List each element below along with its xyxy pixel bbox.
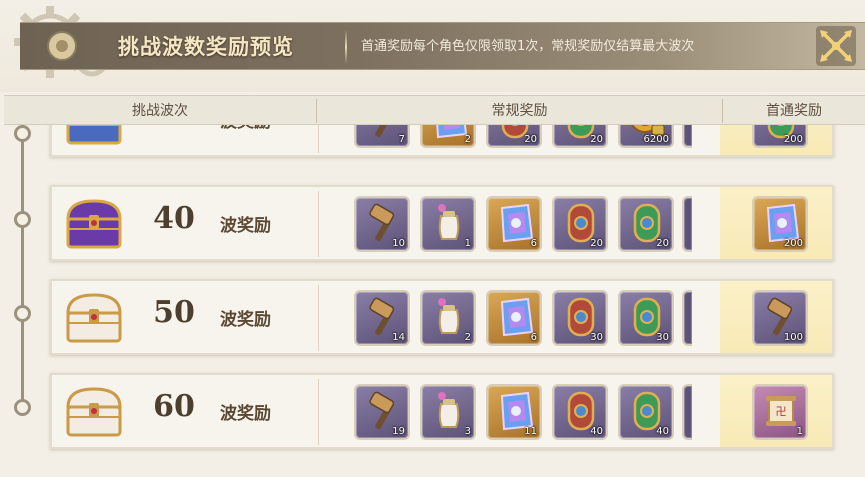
- regular-reward-item[interactable]: 20: [552, 196, 608, 252]
- first-clear-reward-item[interactable]: 200: [752, 196, 808, 252]
- item-count: 40: [590, 426, 603, 437]
- first-clear-reward-item[interactable]: 卍 1: [752, 384, 808, 440]
- wave-reward-label: 波奖励: [220, 216, 271, 236]
- timeline-node: [14, 125, 31, 142]
- regular-reward-item[interactable]: 6200: [618, 125, 674, 148]
- wave-number: 60: [153, 389, 195, 424]
- item-count: 30: [590, 332, 603, 343]
- regular-reward-item[interactable]: 11: [486, 384, 542, 440]
- wave-number: 30: [148, 125, 200, 132]
- item-count: 14: [392, 332, 405, 343]
- regular-reward-item-overflow[interactable]: [682, 290, 692, 346]
- wave-reward-row: 30 波奖励 7 2 20 20 6200 200: [50, 125, 834, 157]
- reward-table-header: 挑战波次 常规奖励 首通奖励: [4, 95, 865, 125]
- regular-reward-item[interactable]: 20: [552, 125, 608, 148]
- timeline-node: [14, 305, 31, 322]
- column-wave: 挑战波次: [132, 103, 188, 119]
- timeline-node: [14, 211, 31, 228]
- regular-reward-item[interactable]: 6: [486, 290, 542, 346]
- column-regular-reward: 常规奖励: [491, 103, 548, 119]
- column-first-clear-reward: 首通奖励: [766, 103, 822, 119]
- item-count: 10: [392, 238, 405, 249]
- regular-reward-item[interactable]: 40: [618, 384, 674, 440]
- regular-reward-item[interactable]: 40: [552, 384, 608, 440]
- wave-reward-label: 波奖励: [220, 125, 271, 132]
- wave-reward-row: 40 波奖励 10 1 6 20 20 200: [50, 185, 834, 261]
- item-count: 40: [656, 426, 669, 437]
- svg-text:卍: 卍: [776, 405, 787, 418]
- row-divider: [318, 379, 319, 445]
- purple-chest-icon: [66, 199, 122, 249]
- first-clear-reward-item[interactable]: 200: [752, 125, 808, 148]
- item-count: 6: [530, 238, 537, 249]
- crossed-swords-close-icon: [816, 26, 856, 66]
- row-divider: [318, 125, 319, 153]
- item-count: 11: [524, 426, 537, 437]
- item-count: 6200: [643, 134, 669, 145]
- item-count: 200: [783, 134, 803, 145]
- item-count: 20: [656, 238, 669, 249]
- regular-reward-item[interactable]: 7: [354, 125, 410, 148]
- item-count: 6: [530, 332, 537, 343]
- regular-reward-item-overflow[interactable]: [682, 196, 692, 252]
- item-count: 3: [464, 426, 471, 437]
- item-count: 20: [524, 134, 537, 145]
- regular-reward-item[interactable]: 19: [354, 384, 410, 440]
- regular-reward-item[interactable]: 20: [618, 196, 674, 252]
- item-count: 100: [783, 332, 803, 343]
- header: 挑战波数奖励预览 首通奖励每个角色仅限领取1次，常规奖励仅结算最大波次: [0, 0, 865, 92]
- white-gold-chest-icon: [66, 293, 122, 343]
- regular-reward-item[interactable]: 14: [354, 290, 410, 346]
- page-title: 挑战波数奖励预览: [118, 34, 294, 59]
- regular-reward-item[interactable]: 30: [552, 290, 608, 346]
- timeline-line: [21, 125, 24, 415]
- wave-reward-row: 50 波奖励 14 2 6 30 30 100: [50, 279, 834, 355]
- regular-reward-item-overflow[interactable]: [682, 125, 692, 148]
- blue-gold-chest-icon: [66, 125, 122, 145]
- title-gear-icon: [47, 31, 77, 61]
- regular-reward-item[interactable]: 30: [618, 290, 674, 346]
- row-divider: [318, 285, 319, 351]
- wave-reward-row: 60 波奖励 19 3 11 40 40 卍 1: [50, 373, 834, 449]
- item-count: 20: [590, 134, 603, 145]
- row-divider: [318, 191, 319, 257]
- wave-reward-label: 波奖励: [220, 404, 271, 424]
- reward-rule-note: 首通奖励每个角色仅限领取1次，常规奖励仅结算最大波次: [361, 39, 695, 54]
- reward-list[interactable]: 30波奖励 7 2 20 20 6200 200 40波奖励 10 1 6 20…: [0, 125, 865, 477]
- regular-reward-item[interactable]: 20: [486, 125, 542, 148]
- item-count: 1: [796, 426, 803, 437]
- title-separator: [345, 30, 347, 64]
- wave-number: 40: [153, 201, 195, 236]
- white-gold-chest-icon: [66, 387, 122, 437]
- regular-reward-item-overflow[interactable]: [682, 384, 692, 440]
- regular-reward-item[interactable]: 10: [354, 196, 410, 252]
- first-clear-reward-item[interactable]: 100: [752, 290, 808, 346]
- item-count: 19: [392, 426, 405, 437]
- timeline-node: [14, 399, 31, 416]
- regular-reward-item[interactable]: 2: [420, 290, 476, 346]
- item-count: 200: [783, 238, 803, 249]
- item-count: 2: [464, 134, 471, 145]
- regular-reward-item[interactable]: 6: [486, 196, 542, 252]
- item-count: 1: [464, 238, 471, 249]
- close-button[interactable]: [812, 20, 860, 72]
- regular-reward-item[interactable]: 3: [420, 384, 476, 440]
- item-count: 7: [398, 134, 405, 145]
- regular-reward-item[interactable]: 2: [420, 125, 476, 148]
- regular-reward-item[interactable]: 1: [420, 196, 476, 252]
- item-count: 2: [464, 332, 471, 343]
- wave-number: 50: [153, 295, 195, 330]
- item-count: 30: [656, 332, 669, 343]
- item-count: 20: [590, 238, 603, 249]
- wave-reward-label: 波奖励: [220, 310, 271, 330]
